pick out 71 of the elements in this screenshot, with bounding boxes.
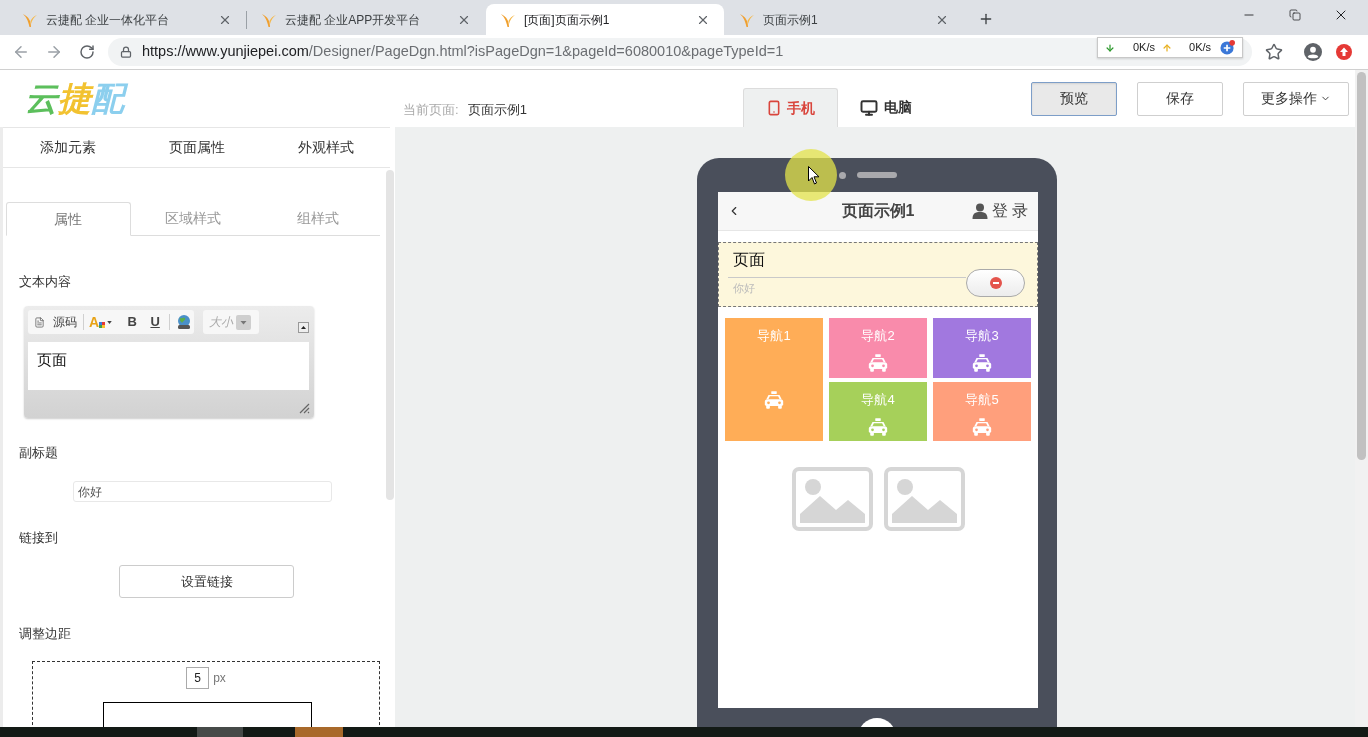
subtitle-input[interactable]: 你好	[73, 481, 332, 502]
editor-content-field[interactable]: 页面	[28, 342, 309, 390]
section-subtitle: 你好	[732, 281, 755, 295]
bookmark-star-icon[interactable]	[1265, 43, 1283, 61]
lock-icon	[120, 46, 132, 58]
margin-input[interactable]: 5	[186, 667, 210, 689]
upload-arrow-icon	[1162, 42, 1172, 53]
scrollbar-thumb[interactable]	[1357, 72, 1366, 460]
sprout-logo-icon	[500, 11, 516, 28]
panel-tab[interactable]: 页面属性	[132, 128, 261, 167]
sprout-logo-icon	[261, 11, 277, 28]
plus-icon[interactable]	[1220, 40, 1236, 55]
taxi-icon	[971, 418, 993, 436]
smartphone-icon	[766, 98, 782, 118]
restore-icon[interactable]	[1289, 9, 1301, 21]
page-title: 页面示例1	[841, 201, 915, 221]
underline-button[interactable]: U	[149, 312, 162, 332]
account-icon[interactable]	[1304, 43, 1322, 61]
scrollbar-thumb[interactable]	[386, 170, 394, 500]
field-label: 调整边距	[19, 626, 71, 642]
remove-icon	[989, 277, 1002, 289]
header-button[interactable]: 更多操作	[1243, 81, 1349, 116]
login-link[interactable]: 登 录	[991, 199, 1028, 223]
set-link-button[interactable]: 设置链接	[119, 565, 294, 598]
globe-icon[interactable]	[176, 314, 193, 330]
panel-tab[interactable]: 外观样式	[261, 128, 390, 167]
speaker-slot	[857, 172, 897, 178]
field-label: 副标题	[19, 445, 58, 461]
user-icon	[971, 203, 988, 219]
unit-label: px	[213, 670, 226, 687]
header-button[interactable]: 预览	[1031, 81, 1117, 116]
device-tab[interactable]: 手机	[743, 88, 838, 127]
current-page-label: 当前页面:	[403, 100, 459, 119]
document-icon	[34, 315, 45, 329]
resize-grip-icon[interactable]	[298, 402, 310, 414]
property-tab[interactable]: 属性	[6, 202, 131, 236]
field-label: 文本内容	[19, 274, 71, 290]
image-placeholder-icon	[791, 467, 873, 531]
download-arrow-icon	[1105, 42, 1115, 53]
taxi-icon	[867, 354, 889, 372]
scrollbar[interactable]	[1355, 70, 1368, 727]
sprout-logo-icon	[22, 11, 38, 28]
bold-button[interactable]: B	[126, 312, 139, 332]
remove-button[interactable]	[966, 269, 1025, 297]
field-label: 链接到	[19, 530, 58, 546]
taxi-icon	[867, 418, 889, 436]
browser-tab[interactable]: 云捷配 企业一体化平台	[8, 4, 246, 35]
reload-icon[interactable]	[79, 44, 95, 60]
panel-tab[interactable]: 添加元素	[3, 128, 132, 167]
section-title: 页面	[728, 250, 966, 278]
taxi-icon	[763, 391, 785, 409]
header-button[interactable]: 保存	[1137, 81, 1223, 116]
mouse-pointer-icon	[808, 166, 820, 185]
title-section[interactable]: 页面 你好	[718, 242, 1038, 307]
collapse-icon[interactable]	[298, 322, 309, 333]
up-arrow-circle-icon[interactable]	[1336, 44, 1352, 60]
color-swatch-icon	[99, 322, 106, 328]
taxi-icon	[971, 354, 993, 372]
image-placeholder-icon	[883, 467, 965, 531]
browser-tab[interactable]: 页面示例1	[725, 4, 963, 35]
browser-tab[interactable]: [页面]页面示例1	[486, 4, 724, 35]
browser-tab[interactable]: 云捷配 企业APP开发平台	[247, 4, 485, 35]
sprout-logo-icon	[739, 11, 755, 28]
device-tab[interactable]: 电脑	[838, 88, 933, 127]
forward-icon[interactable]	[45, 43, 63, 61]
upload-speed: 0K/s	[1189, 40, 1212, 56]
caret-icon	[107, 320, 113, 324]
monitor-icon	[859, 98, 879, 117]
current-page-name: 页面示例1	[467, 100, 527, 119]
download-speed: 0K/s	[1133, 40, 1155, 56]
source-button[interactable]: 源码	[34, 313, 77, 331]
